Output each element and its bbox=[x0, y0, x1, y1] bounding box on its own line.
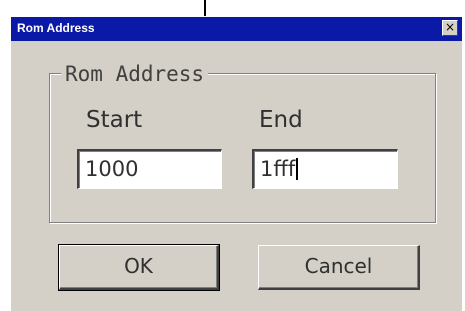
close-icon: × bbox=[444, 20, 456, 34]
start-label: Start bbox=[86, 107, 143, 133]
address-groupbox bbox=[49, 73, 436, 223]
end-address-input[interactable]: 1fff bbox=[252, 149, 398, 189]
rom-address-dialog: Rom Address × Rom Address Start End 1000… bbox=[10, 16, 462, 311]
end-label: End bbox=[259, 107, 303, 133]
end-address-value: 1fff bbox=[260, 157, 296, 181]
window-title: Rom Address bbox=[17, 21, 95, 35]
close-button[interactable]: × bbox=[442, 20, 458, 36]
cancel-button[interactable]: Cancel bbox=[258, 245, 420, 290]
group-label: Rom Address bbox=[61, 62, 209, 86]
start-address-input[interactable]: 1000 bbox=[77, 149, 222, 189]
ok-button[interactable]: OK bbox=[58, 244, 220, 291]
title-bar[interactable]: Rom Address × bbox=[11, 17, 462, 41]
text-caret bbox=[296, 158, 299, 180]
start-address-value: 1000 bbox=[85, 157, 139, 181]
